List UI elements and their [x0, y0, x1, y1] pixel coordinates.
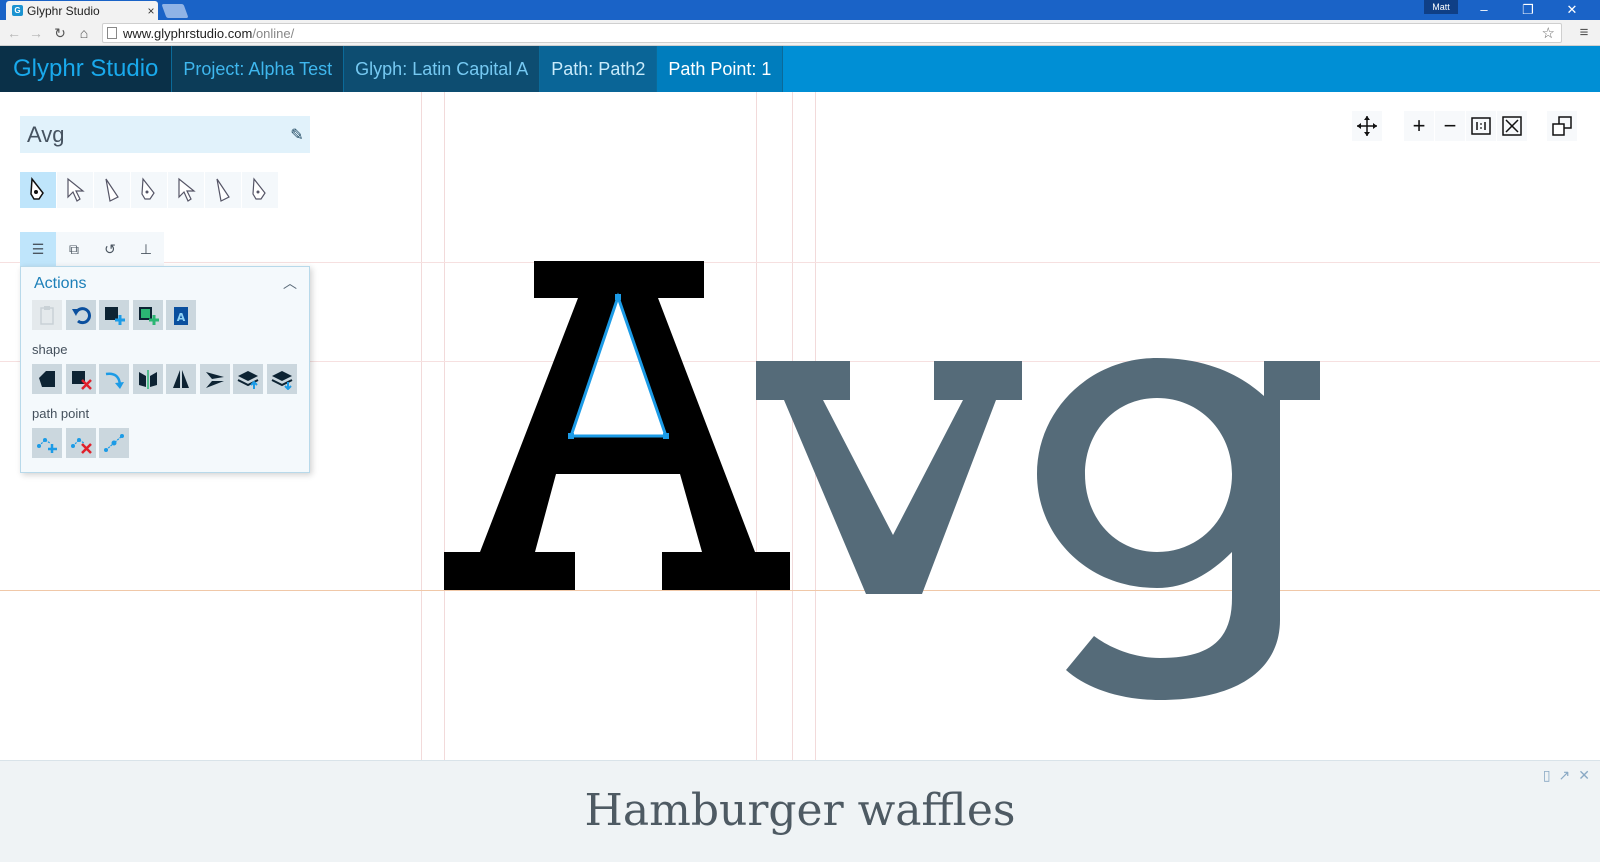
delete-shape-icon — [71, 371, 92, 390]
section-label-path-point: path point — [32, 406, 90, 421]
undo-icon — [71, 307, 91, 325]
list-icon: ☰ — [31, 240, 45, 257]
move-down-button[interactable] — [266, 364, 297, 394]
shape-actions-row — [32, 364, 300, 394]
move-arrows-icon — [1357, 116, 1377, 136]
knife-icon — [105, 178, 119, 202]
fit-screen-icon — [1502, 116, 1522, 136]
copy-shape-icon — [39, 371, 55, 387]
pen-plus-tool-button[interactable] — [131, 172, 167, 208]
flip-vertical-button[interactable] — [166, 364, 196, 394]
tab-guides[interactable]: ⊥ — [128, 232, 164, 266]
actual-size-button[interactable] — [1466, 111, 1496, 141]
reset-handles-button[interactable] — [99, 428, 129, 458]
insert-point-button[interactable] — [32, 428, 62, 458]
slice-tool-button[interactable] — [94, 172, 130, 208]
reverse-winding-icon — [105, 372, 124, 389]
glyph-component-button[interactable]: A — [166, 300, 196, 330]
path-point-handle — [615, 294, 621, 300]
glyph-name-field[interactable]: Avg ✎ — [20, 116, 310, 153]
delete-shape-button[interactable] — [65, 364, 96, 394]
chevron-up-icon[interactable]: ︿ — [283, 273, 297, 293]
actions-general-row: A — [32, 300, 200, 330]
pen-minus-icon — [252, 177, 266, 200]
flip-horizontal-icon — [138, 370, 157, 389]
glyph-name-text: Avg — [27, 121, 65, 147]
panel-tabs: ☰ ⧉ ↺ ⊥ — [20, 232, 164, 266]
footer-ad[interactable]: Hamburger waffles ▯ ↗ ✕ — [0, 760, 1600, 862]
glyph-letter-v[interactable] — [756, 361, 1022, 594]
reverse-winding-button[interactable] — [99, 364, 129, 394]
zoom-in-button[interactable]: + — [1404, 111, 1434, 141]
pen-minus-tool-button[interactable] — [242, 172, 278, 208]
pencil-icon[interactable]: ✎ — [284, 125, 310, 145]
clipboard-icon — [40, 306, 54, 325]
actions-panel: Actions ︿ A shape path point — [20, 266, 310, 473]
pen-tool-button[interactable] — [20, 172, 56, 208]
glyph-letter-a[interactable] — [444, 261, 790, 590]
copy-shape-button[interactable] — [32, 364, 62, 394]
layer-up-icon — [237, 371, 259, 389]
insert-point-icon — [37, 438, 57, 453]
delete-point-icon — [70, 438, 92, 454]
external-link-icon[interactable]: ↗ — [1559, 767, 1571, 784]
pointer-tool-button[interactable] — [57, 172, 93, 208]
pen-tool-icon — [30, 177, 44, 200]
glyph-clipboard-icon: A — [174, 307, 188, 325]
undo-button[interactable] — [65, 300, 96, 330]
tab-actions[interactable]: ☰ — [20, 232, 56, 266]
bookmark-icon[interactable]: ▯ — [1543, 767, 1551, 784]
paste-button[interactable] — [32, 300, 62, 330]
footer-ad-controls: ▯ ↗ ✕ — [1543, 767, 1590, 784]
flip-vertical-icon — [173, 370, 189, 388]
tab-layers[interactable]: ⧉ — [56, 232, 92, 266]
plus-icon: + — [1412, 113, 1426, 138]
pointer-arrow-icon — [67, 177, 85, 202]
flip-horizontal-button[interactable] — [132, 364, 163, 394]
path-point-handle — [568, 433, 574, 439]
path-point-handle — [663, 433, 669, 439]
add-component-icon — [138, 307, 159, 325]
layers-icon: ⧉ — [69, 240, 79, 257]
section-label-shape: shape — [32, 342, 68, 357]
fit-screen-button[interactable] — [1497, 111, 1527, 141]
footer-ad-text: Hamburger waffles — [584, 785, 1016, 836]
history-icon: ↺ — [104, 240, 116, 257]
pen-plus-icon — [141, 177, 155, 200]
path-arrow-icon — [178, 177, 196, 202]
layer-down-icon — [271, 371, 292, 390]
path-point-actions-row — [32, 428, 133, 458]
popout-window-icon — [1552, 116, 1572, 136]
popout-button[interactable] — [1547, 111, 1577, 141]
zoom-out-button[interactable]: − — [1435, 111, 1465, 141]
actions-title: Actions — [34, 275, 87, 292]
reset-handles-icon — [104, 434, 124, 452]
knife-outline-icon — [216, 178, 230, 202]
combine-button[interactable] — [199, 364, 230, 394]
guides-icon: ⊥ — [139, 240, 153, 257]
glyph-letter-g[interactable] — [1037, 358, 1320, 700]
add-shape-icon — [105, 307, 125, 325]
one-to-one-icon — [1471, 117, 1491, 135]
knife-tool-button[interactable] — [205, 172, 241, 208]
edit-tools — [20, 172, 279, 208]
path-edit-tool-button[interactable] — [168, 172, 204, 208]
svg-text:A: A — [177, 311, 186, 324]
combine-icon — [205, 372, 224, 388]
close-icon[interactable]: ✕ — [1578, 767, 1590, 784]
minus-icon: − — [1443, 113, 1457, 138]
move-up-button[interactable] — [233, 364, 263, 394]
add-shape-button[interactable] — [99, 300, 129, 330]
add-component-button[interactable] — [132, 300, 163, 330]
tab-history[interactable]: ↺ — [92, 232, 128, 266]
delete-point-button[interactable] — [65, 428, 96, 458]
pan-button[interactable] — [1352, 111, 1382, 141]
